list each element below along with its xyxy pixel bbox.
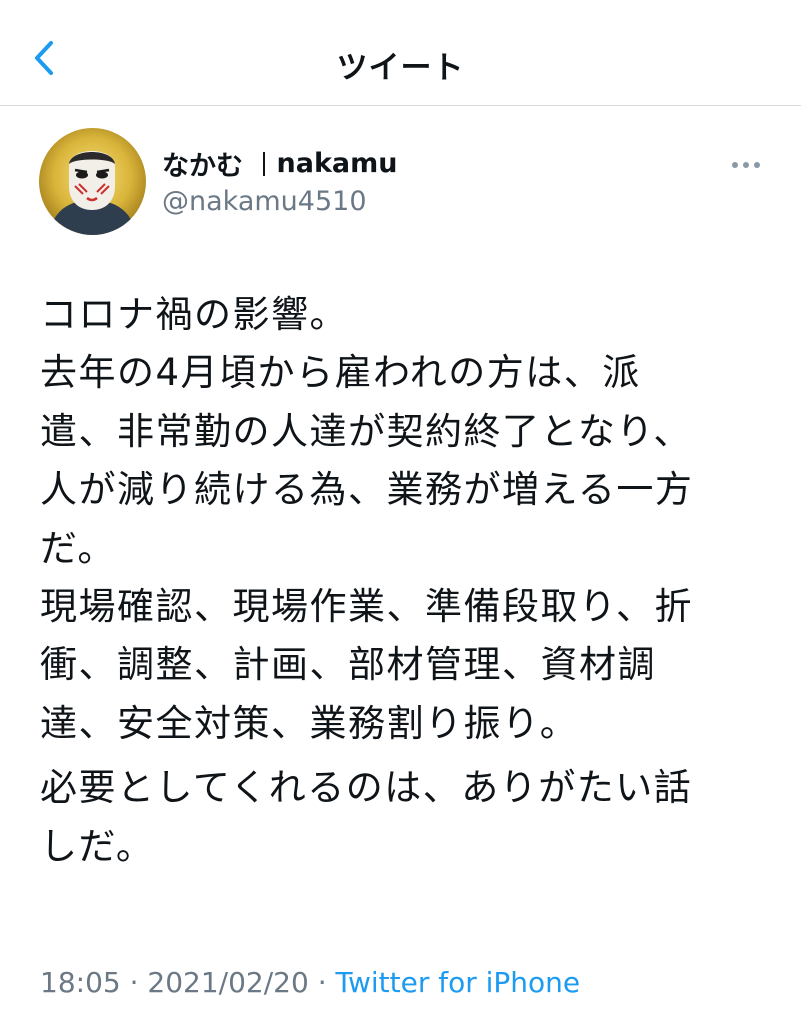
more-options-button[interactable] <box>724 150 768 176</box>
author-handle[interactable]: @nakamu4510 <box>162 186 367 217</box>
avatar[interactable] <box>39 128 146 235</box>
tweet-paragraph: 必要としてくれるのは、ありがたい話 しだ。 <box>40 766 693 868</box>
display-name-part1: なかむ <box>162 151 243 182</box>
meta-separator: · <box>308 966 336 999</box>
navigation-header: ツイート <box>0 0 801 106</box>
tweet-metadata: 18:05 · 2021/02/20 · Twitter for iPhone <box>40 966 580 999</box>
tweet-source-link[interactable]: Twitter for iPhone <box>336 966 581 999</box>
page-title: ツイート <box>336 50 465 86</box>
author-display-name[interactable]: なかむ nakamu <box>162 144 397 183</box>
tweet-paragraph: コロナ禍の影響。 去年の4月頃から雇われの方は、派 遣、非常勤の人達が契約終了と… <box>40 293 694 745</box>
name-divider <box>263 151 265 176</box>
meta-separator: · <box>120 966 148 999</box>
avatar-mask-icon <box>39 128 146 235</box>
tweet-text: コロナ禍の影響。 去年の4月頃から雇われの方は、派 遣、非常勤の人達が契約終了と… <box>40 286 770 876</box>
more-horizontal-icon <box>731 154 761 173</box>
tweet-date[interactable]: 2021/02/20 <box>147 966 308 999</box>
tweet-time[interactable]: 18:05 <box>40 966 121 999</box>
display-name-part2: nakamu <box>276 148 398 179</box>
